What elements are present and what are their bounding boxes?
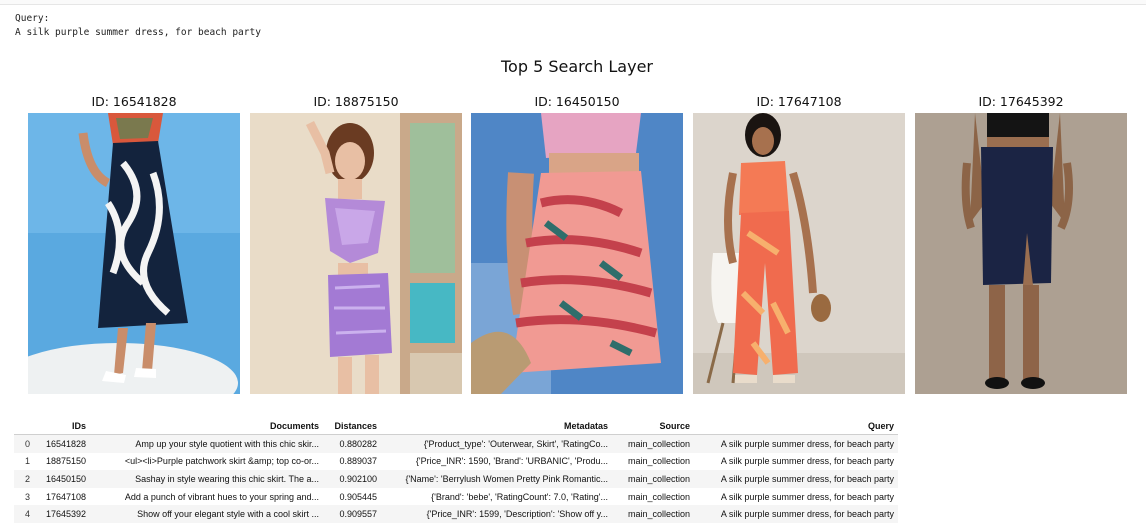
result-panel-2: ID: 18875150 xyxy=(250,93,462,394)
cell-ids: 18875150 xyxy=(45,456,86,467)
result-id-label: ID: 17647108 xyxy=(756,94,842,109)
cell-index: 0 xyxy=(14,434,38,453)
product-image-4 xyxy=(693,113,905,394)
cell-documents: Sashay in style wearing this chic skirt.… xyxy=(90,470,323,488)
cell-documents: Amp up your style quotient with this chi… xyxy=(90,434,323,453)
result-id-label: ID: 17645392 xyxy=(978,94,1064,109)
cell-documents: Show off your elegant style with a cool … xyxy=(90,505,323,523)
cell-ids: 16450150 xyxy=(38,470,90,488)
cell-ids: 17647108 xyxy=(45,491,86,502)
table-row: 4 17645392 Show off your elegant style w… xyxy=(14,505,898,523)
cell-source: main_collection xyxy=(627,491,690,502)
cell-distances: 0.905445 xyxy=(339,491,377,502)
cell-index: 3 xyxy=(24,491,30,502)
cell-distances: 0.880282 xyxy=(323,434,381,453)
table-row: 3 17647108 Add a punch of vibrant hues t… xyxy=(14,488,898,506)
cell-documents: Add a punch of vibrant hues to your spri… xyxy=(124,491,319,502)
cell-ids: 17645392 xyxy=(38,505,90,523)
header-metadatas: Metadatas xyxy=(381,418,612,435)
product-image-3 xyxy=(471,113,683,394)
header-documents: Documents xyxy=(90,418,323,435)
result-panel-5: ID: 17645392 xyxy=(915,93,1127,394)
cell-distances: 0.889037 xyxy=(339,456,377,467)
cell-query: A silk purple summer dress, for beach pa… xyxy=(720,456,894,467)
header-distances: Distances xyxy=(323,418,381,435)
results-dataframe: IDs Documents Distances Metadatas Source… xyxy=(14,418,898,523)
result-panel-4: ID: 17647108 xyxy=(693,93,905,394)
cell-documents: <ul><li>Purple patchwork skirt &amp; top… xyxy=(124,456,319,467)
table-row: 1 18875150 <ul><li>Purple patchwork skir… xyxy=(14,453,898,471)
table-row: 0 16541828 Amp up your style quotient wi… xyxy=(14,434,898,453)
product-image-2 xyxy=(250,113,462,394)
header-query: Query xyxy=(694,418,898,435)
cell-index: 2 xyxy=(14,470,38,488)
cell-metadatas: {'Product_type': 'Outerwear, Skirt', 'Ra… xyxy=(381,434,612,453)
result-panel-1: ID: 16541828 xyxy=(28,93,240,394)
cell-metadatas: {'Name': 'Berrylush Women Pretty Pink Ro… xyxy=(381,470,612,488)
query-output: Query: A silk purple summer dress, for b… xyxy=(15,12,261,40)
cell-query: A silk purple summer dress, for beach pa… xyxy=(694,470,898,488)
table-row: 2 16450150 Sashay in style wearing this … xyxy=(14,470,898,488)
result-id-label: ID: 16450150 xyxy=(534,94,620,109)
cell-metadatas: {'Price_INR': 1599, 'Description': 'Show… xyxy=(381,505,612,523)
query-label: Query: xyxy=(15,13,50,24)
product-image-5 xyxy=(915,113,1127,394)
cell-query: A silk purple summer dress, for beach pa… xyxy=(720,491,894,502)
cell-source: main_collection xyxy=(612,505,694,523)
header-ids: IDs xyxy=(38,418,90,435)
cell-metadatas: {'Price_INR': 1590, 'Brand': 'URBANIC', … xyxy=(415,456,608,467)
header-source: Source xyxy=(612,418,694,435)
cell-source: main_collection xyxy=(627,456,690,467)
product-image-1 xyxy=(28,113,240,394)
cell-source: main_collection xyxy=(612,434,694,453)
table-header-row: IDs Documents Distances Metadatas Source… xyxy=(14,418,898,435)
result-id-label: ID: 16541828 xyxy=(91,94,177,109)
cell-distances: 0.902100 xyxy=(323,470,381,488)
cell-metadatas: {'Brand': 'bebe', 'RatingCount': 7.0, 'R… xyxy=(431,491,608,502)
figure-title: Top 5 Search Layer xyxy=(500,57,653,76)
header-index xyxy=(14,418,38,435)
result-id-label: ID: 18875150 xyxy=(313,94,399,109)
cell-top-border xyxy=(0,0,1146,5)
result-panel-3: ID: 16450150 xyxy=(471,93,683,394)
cell-source: main_collection xyxy=(612,470,694,488)
cell-index: 1 xyxy=(24,456,30,467)
cell-distances: 0.909557 xyxy=(323,505,381,523)
cell-ids: 16541828 xyxy=(38,434,90,453)
cell-index: 4 xyxy=(14,505,38,523)
query-text: A silk purple summer dress, for beach pa… xyxy=(15,27,261,38)
cell-query: A silk purple summer dress, for beach pa… xyxy=(694,434,898,453)
cell-query: A silk purple summer dress, for beach pa… xyxy=(694,505,898,523)
